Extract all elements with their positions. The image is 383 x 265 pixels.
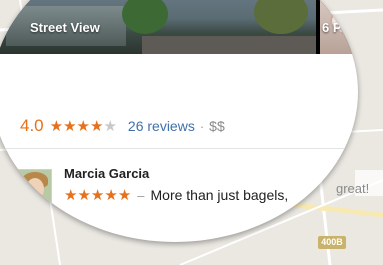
avatar[interactable] xyxy=(17,169,52,204)
tree-image xyxy=(122,0,168,34)
review-snippet: More than just bagels, xyxy=(150,187,289,203)
review-dash: – xyxy=(137,187,145,203)
tree-image xyxy=(254,0,308,34)
star-icon: ★ xyxy=(77,186,91,204)
street-view-label: Street View xyxy=(30,20,100,35)
star-icon: ★ xyxy=(90,117,104,135)
avatar-face xyxy=(26,178,44,200)
photo-strip[interactable]: Street View 6 Pos xyxy=(0,0,358,54)
star-icon: ★ xyxy=(104,186,118,204)
divider xyxy=(0,148,358,149)
price-level: $$ xyxy=(209,118,225,134)
star-icon: ★ xyxy=(49,117,64,135)
road-image xyxy=(142,36,316,54)
star-icon: ★ xyxy=(90,186,105,204)
star-icon: ★ xyxy=(76,117,90,135)
rating-stars: ★ ★ ★ ★ ★ xyxy=(50,119,117,134)
star-icon: ★ xyxy=(64,186,78,204)
photos-count-label: 6 Pos xyxy=(322,20,357,35)
street-view-photo[interactable]: Street View xyxy=(0,0,316,54)
separator-dot: · xyxy=(199,118,205,134)
star-icon: ★ xyxy=(103,117,117,135)
map-overflow-text: great! xyxy=(336,181,370,196)
star-icon: ★ xyxy=(63,117,77,135)
review-summary[interactable]: ★ ★ ★ ★ ★ – More than just bagels, xyxy=(64,187,288,203)
reviews-link[interactable]: 26 reviews xyxy=(128,118,195,134)
review-stars: ★ ★ ★ ★ ★ xyxy=(64,188,131,203)
rating-row: 4.0 ★ ★ ★ ★ ★ 26 reviews · $$ xyxy=(20,115,225,137)
road-badge: 400B xyxy=(318,236,346,249)
reviewer-name[interactable]: Marcia Garcia xyxy=(64,166,149,181)
rating-value: 4.0 xyxy=(20,116,44,135)
star-icon: ★ xyxy=(117,186,132,204)
